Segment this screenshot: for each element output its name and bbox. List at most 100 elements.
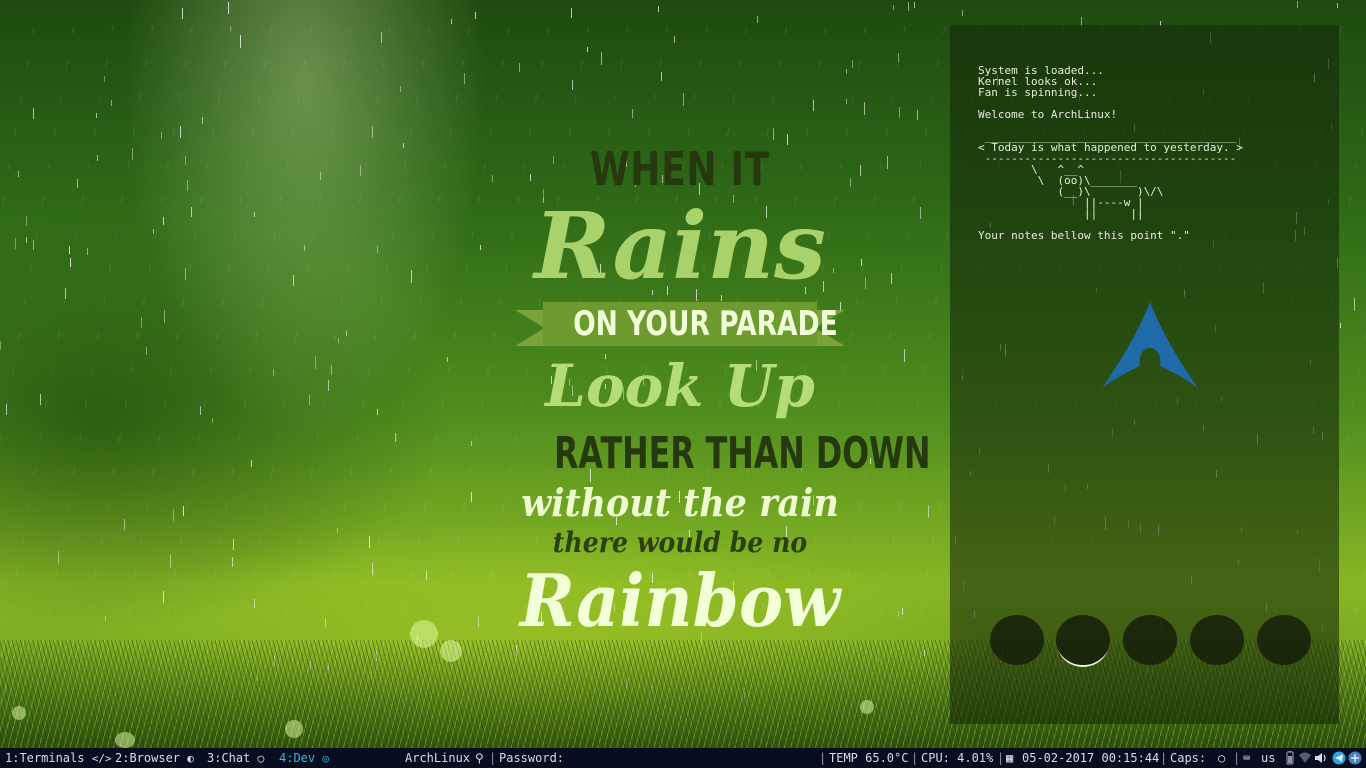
raindrop xyxy=(146,347,147,355)
workspace-1[interactable]: 1:Terminals </> xyxy=(5,748,112,768)
raindrop xyxy=(400,86,401,92)
raindrop xyxy=(87,248,88,255)
tux-icon: ⚲ xyxy=(475,751,484,765)
arch-logo-icon xyxy=(1102,302,1198,388)
raindrop xyxy=(105,616,106,621)
quote-line: ON YOUR PARADE xyxy=(573,304,838,344)
raindrop xyxy=(403,143,404,148)
clock[interactable]: 05-02-2017 00:15:44 xyxy=(1022,748,1159,768)
raindrop xyxy=(601,52,602,65)
conky-panel: System is loaded... Kernel looks ok... F… xyxy=(950,25,1339,724)
bokeh-light xyxy=(12,706,26,720)
battery-icon[interactable] xyxy=(1283,751,1297,765)
raindrop xyxy=(887,156,888,169)
network-icon[interactable] xyxy=(1348,751,1362,765)
separator: | xyxy=(1233,751,1241,765)
raindrop xyxy=(170,555,171,568)
raindrop xyxy=(173,509,174,521)
raindrop xyxy=(132,148,133,160)
raindrop xyxy=(893,5,894,10)
bokeh-light xyxy=(440,640,462,662)
raindrop xyxy=(6,404,7,415)
raindrop xyxy=(395,433,396,442)
raindrop xyxy=(273,369,274,376)
raindrop xyxy=(962,10,963,16)
password-prompt[interactable]: Password: xyxy=(499,748,564,768)
raindrop xyxy=(18,171,19,177)
raindrop xyxy=(850,178,851,187)
bokeh-light xyxy=(860,700,874,714)
quote-line: without the rain xyxy=(521,480,839,525)
quote-ribbon: ON YOUR PARADE xyxy=(515,302,845,346)
raindrop xyxy=(33,108,34,119)
raindrop xyxy=(914,2,915,8)
temperature: TEMP 65.0°C xyxy=(829,751,909,765)
dock-button[interactable] xyxy=(1257,615,1311,665)
raindrop xyxy=(381,32,382,43)
keyboard-layout[interactable]: us xyxy=(1261,748,1275,768)
raindrop xyxy=(104,76,105,82)
workspace-label: 2:Browser xyxy=(115,751,181,765)
raindrop xyxy=(141,317,142,328)
raindrop xyxy=(447,357,448,362)
dock-button[interactable] xyxy=(1056,615,1110,665)
bokeh-light xyxy=(115,732,135,748)
workspace-label: 3:Chat xyxy=(207,751,251,765)
separator: | xyxy=(819,751,827,765)
raindrop xyxy=(69,246,70,254)
raindrop xyxy=(865,277,866,289)
raindrop xyxy=(97,155,98,161)
raindrop xyxy=(426,571,427,580)
volume-icon[interactable] xyxy=(1314,751,1328,765)
desktop-wallpaper: WHEN IT Rains ON YOUR PARADE Look Up RAT… xyxy=(0,0,1366,748)
telegram-icon[interactable] xyxy=(1332,751,1346,765)
raindrop xyxy=(325,618,326,627)
workspace-3[interactable]: 3:Chat ◯ xyxy=(207,748,264,768)
bokeh-light xyxy=(285,720,303,738)
raindrop xyxy=(1297,1,1298,8)
raindrop xyxy=(451,19,452,24)
raindrop xyxy=(471,492,472,502)
raindrop xyxy=(852,60,853,68)
raindrop xyxy=(360,165,361,176)
raindrop xyxy=(180,126,181,138)
dock-button[interactable] xyxy=(1123,615,1177,665)
wifi-icon[interactable] xyxy=(1298,751,1312,765)
raindrop xyxy=(304,245,305,251)
raindrop xyxy=(773,128,774,140)
workspace-label: 1:Terminals xyxy=(5,751,85,765)
dock xyxy=(990,615,1312,665)
bokeh-light xyxy=(410,620,438,648)
raindrop xyxy=(124,519,125,530)
raindrop xyxy=(492,175,493,182)
firefox-icon: ◐ xyxy=(187,752,194,765)
raindrop xyxy=(891,273,892,284)
raindrop xyxy=(1340,323,1341,328)
raindrop xyxy=(475,12,476,19)
raindrop xyxy=(200,406,201,415)
raindrop xyxy=(846,99,847,104)
workspace-4[interactable]: 4:Dev ◎ xyxy=(279,748,329,768)
raindrop xyxy=(898,53,899,62)
raindrop xyxy=(26,216,27,226)
dock-button[interactable] xyxy=(1190,615,1244,665)
raindrop xyxy=(338,338,339,343)
calendar-icon: ▦ xyxy=(1006,751,1014,765)
cpu-usage: CPU: 4.01% xyxy=(921,751,994,765)
raindrop xyxy=(471,441,472,446)
raindrop xyxy=(331,365,332,375)
workspace-2[interactable]: 2:Browser ◐ xyxy=(115,748,194,768)
quote-line: RATHER THAN DOWN xyxy=(554,428,931,479)
raindrop xyxy=(163,591,164,603)
raindrop xyxy=(240,35,241,48)
quote-line: there would be no xyxy=(552,526,808,559)
dock-button[interactable] xyxy=(990,615,1044,665)
raindrop xyxy=(571,8,572,18)
raindrop xyxy=(377,409,378,415)
raindrop xyxy=(928,505,929,518)
raindrop xyxy=(864,102,865,115)
quote-line: Rainbow xyxy=(519,558,841,643)
raindrop xyxy=(337,528,338,533)
raindrop xyxy=(369,536,370,548)
raindrop xyxy=(860,165,861,176)
